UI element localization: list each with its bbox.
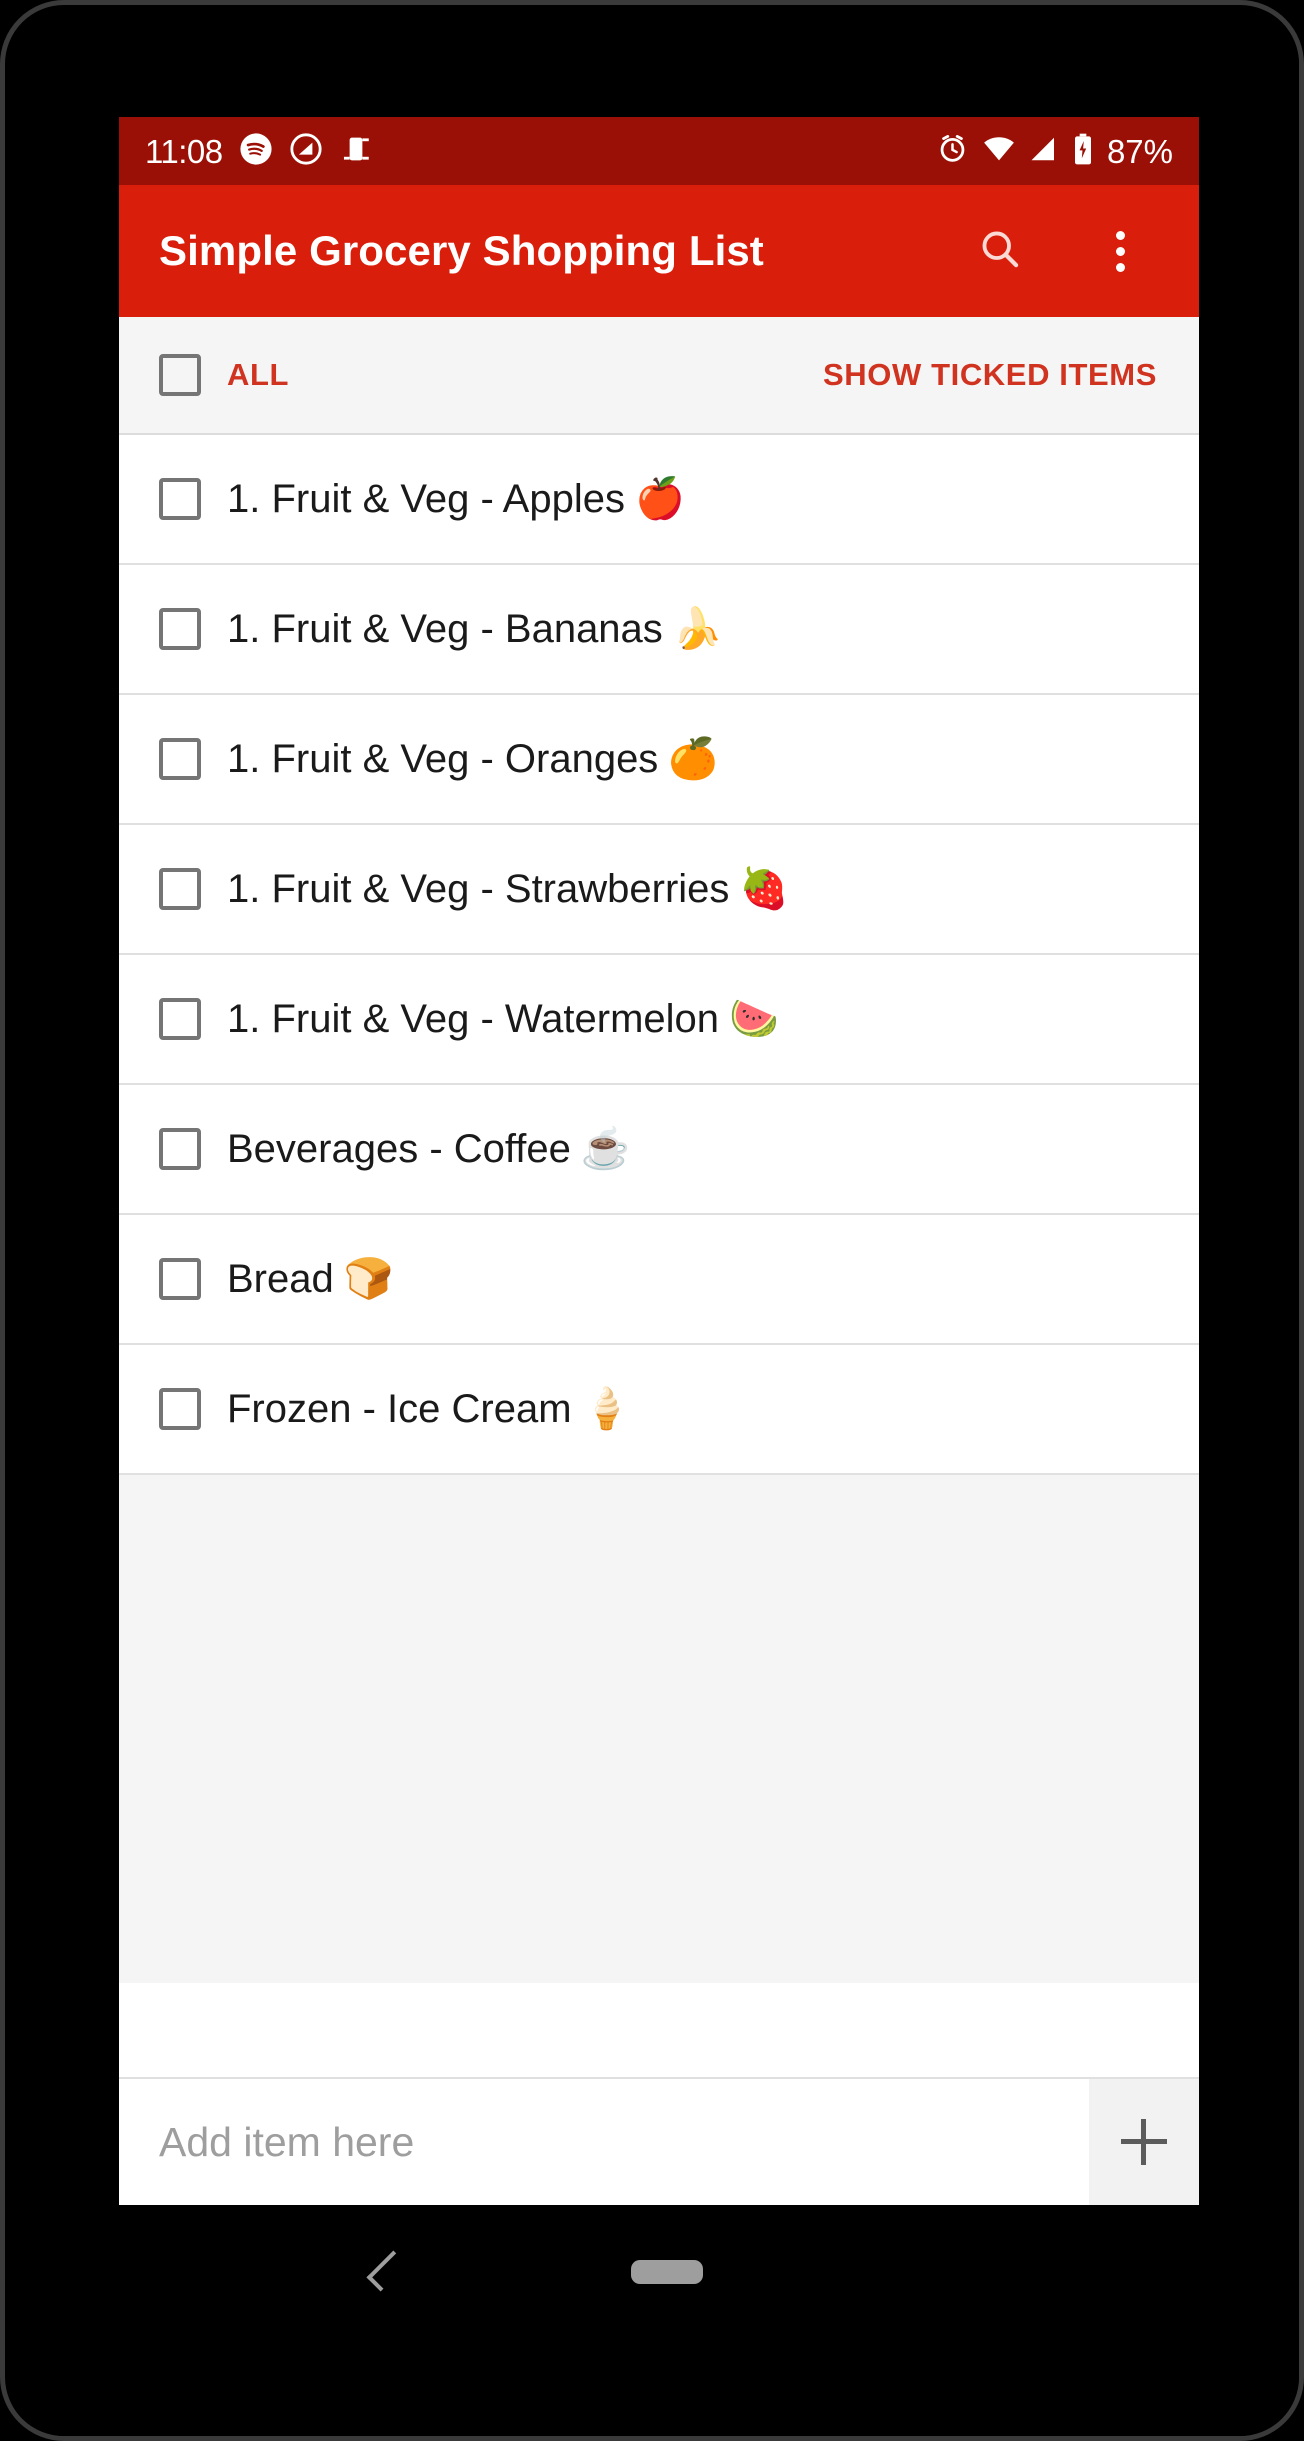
- list-item[interactable]: Frozen - Ice Cream 🍦: [119, 1345, 1199, 1475]
- spotify-icon: [239, 132, 273, 171]
- show-ticked-items-button[interactable]: SHOW TICKED ITEMS: [823, 357, 1157, 393]
- system-navigation-bar: [119, 2205, 1199, 2355]
- list-item-emoji: ☕: [580, 1127, 631, 1171]
- list-item-checkbox[interactable]: [159, 1258, 201, 1300]
- list-item-checkbox[interactable]: [159, 998, 201, 1040]
- do-not-disturb-icon: [289, 132, 323, 171]
- list-item-label: Bread: [227, 1257, 334, 1301]
- list-item-checkbox[interactable]: [159, 738, 201, 780]
- phone-screen: 11:08 87% Simple Grocery Shopping List A…: [119, 117, 1199, 2205]
- list-item-emoji: 🍓: [739, 867, 790, 911]
- wifi-icon: [982, 132, 1016, 171]
- list-item-emoji: 🍊: [668, 737, 719, 781]
- select-all-label: ALL: [227, 357, 290, 392]
- list-item-label: Beverages - Coffee: [227, 1127, 571, 1171]
- back-chevron-icon: [366, 2250, 408, 2292]
- list-item-label: 1. Fruit & Veg - Watermelon: [227, 997, 720, 1041]
- list-item-label: 1. Fruit & Veg - Apples: [227, 477, 625, 521]
- list-item-emoji: 🍎: [635, 477, 685, 521]
- app-bar: Simple Grocery Shopping List: [119, 185, 1199, 317]
- list-item-emoji: 🍦: [581, 1387, 632, 1431]
- list-item[interactable]: 1. Fruit & Veg - Oranges 🍊: [119, 695, 1199, 825]
- cellular-signal-icon: [1029, 134, 1059, 169]
- list-item[interactable]: 1. Fruit & Veg - Apples 🍎: [119, 435, 1199, 565]
- list-item[interactable]: Bread 🍞: [119, 1215, 1199, 1345]
- list-item-label: 1. Fruit & Veg - Oranges: [227, 737, 659, 781]
- nav-back-button[interactable]: [359, 2243, 415, 2299]
- more-vert-icon: [1115, 230, 1125, 272]
- add-item-bar: [119, 2077, 1199, 2205]
- select-all-control[interactable]: ALL: [159, 354, 289, 396]
- battery-charging-icon: [1072, 133, 1094, 170]
- list-item-label: Frozen - Ice Cream: [227, 1387, 572, 1431]
- plus-icon: [1121, 2119, 1167, 2165]
- list-item-checkbox[interactable]: [159, 1388, 201, 1430]
- page-title: Simple Grocery Shopping List: [159, 227, 764, 274]
- add-item-input[interactable]: [119, 2079, 1089, 2205]
- search-button[interactable]: [969, 220, 1031, 282]
- nav-home-button[interactable]: [631, 2260, 703, 2284]
- list-item-label: 1. Fruit & Veg - Bananas: [227, 607, 663, 651]
- list-item[interactable]: 1. Fruit & Veg - Bananas 🍌: [119, 565, 1199, 695]
- select-all-checkbox[interactable]: [159, 354, 201, 396]
- phone-device: 11:08 87% Simple Grocery Shopping List A…: [0, 0, 1304, 2441]
- status-clock: 11:08: [145, 132, 223, 170]
- add-item-button[interactable]: [1089, 2079, 1199, 2205]
- list-item-checkbox[interactable]: [159, 1128, 201, 1170]
- status-bar-left: 11:08: [145, 132, 373, 171]
- list-empty-area: [119, 1475, 1199, 1983]
- list-item-emoji: 🍞: [343, 1257, 394, 1301]
- list-item-checkbox[interactable]: [159, 608, 201, 650]
- battery-percent-label: 87%: [1106, 132, 1173, 170]
- list-item-checkbox[interactable]: [159, 868, 201, 910]
- app-bar-actions: [969, 220, 1161, 282]
- status-bar: 11:08 87%: [119, 117, 1199, 185]
- search-icon: [977, 226, 1023, 277]
- list-item[interactable]: Beverages - Coffee ☕: [119, 1085, 1199, 1215]
- list-item-checkbox[interactable]: [159, 478, 201, 520]
- list-item[interactable]: 1. Fruit & Veg - Watermelon 🍉: [119, 955, 1199, 1085]
- list-item[interactable]: 1. Fruit & Veg - Strawberries 🍓: [119, 825, 1199, 955]
- status-bar-right: 87%: [936, 132, 1173, 171]
- cast-screen-icon: [339, 132, 373, 171]
- list-item-emoji: 🍌: [672, 607, 723, 651]
- overflow-menu-button[interactable]: [1089, 220, 1151, 282]
- list-item-label: 1. Fruit & Veg - Strawberries: [227, 867, 730, 911]
- alarm-icon: [936, 132, 969, 170]
- list-item-emoji: 🍉: [729, 997, 779, 1041]
- filter-bar: ALL SHOW TICKED ITEMS: [119, 317, 1199, 435]
- grocery-list: 1. Fruit & Veg - Apples 🍎 1. Fruit & Veg -…: [119, 435, 1199, 1475]
